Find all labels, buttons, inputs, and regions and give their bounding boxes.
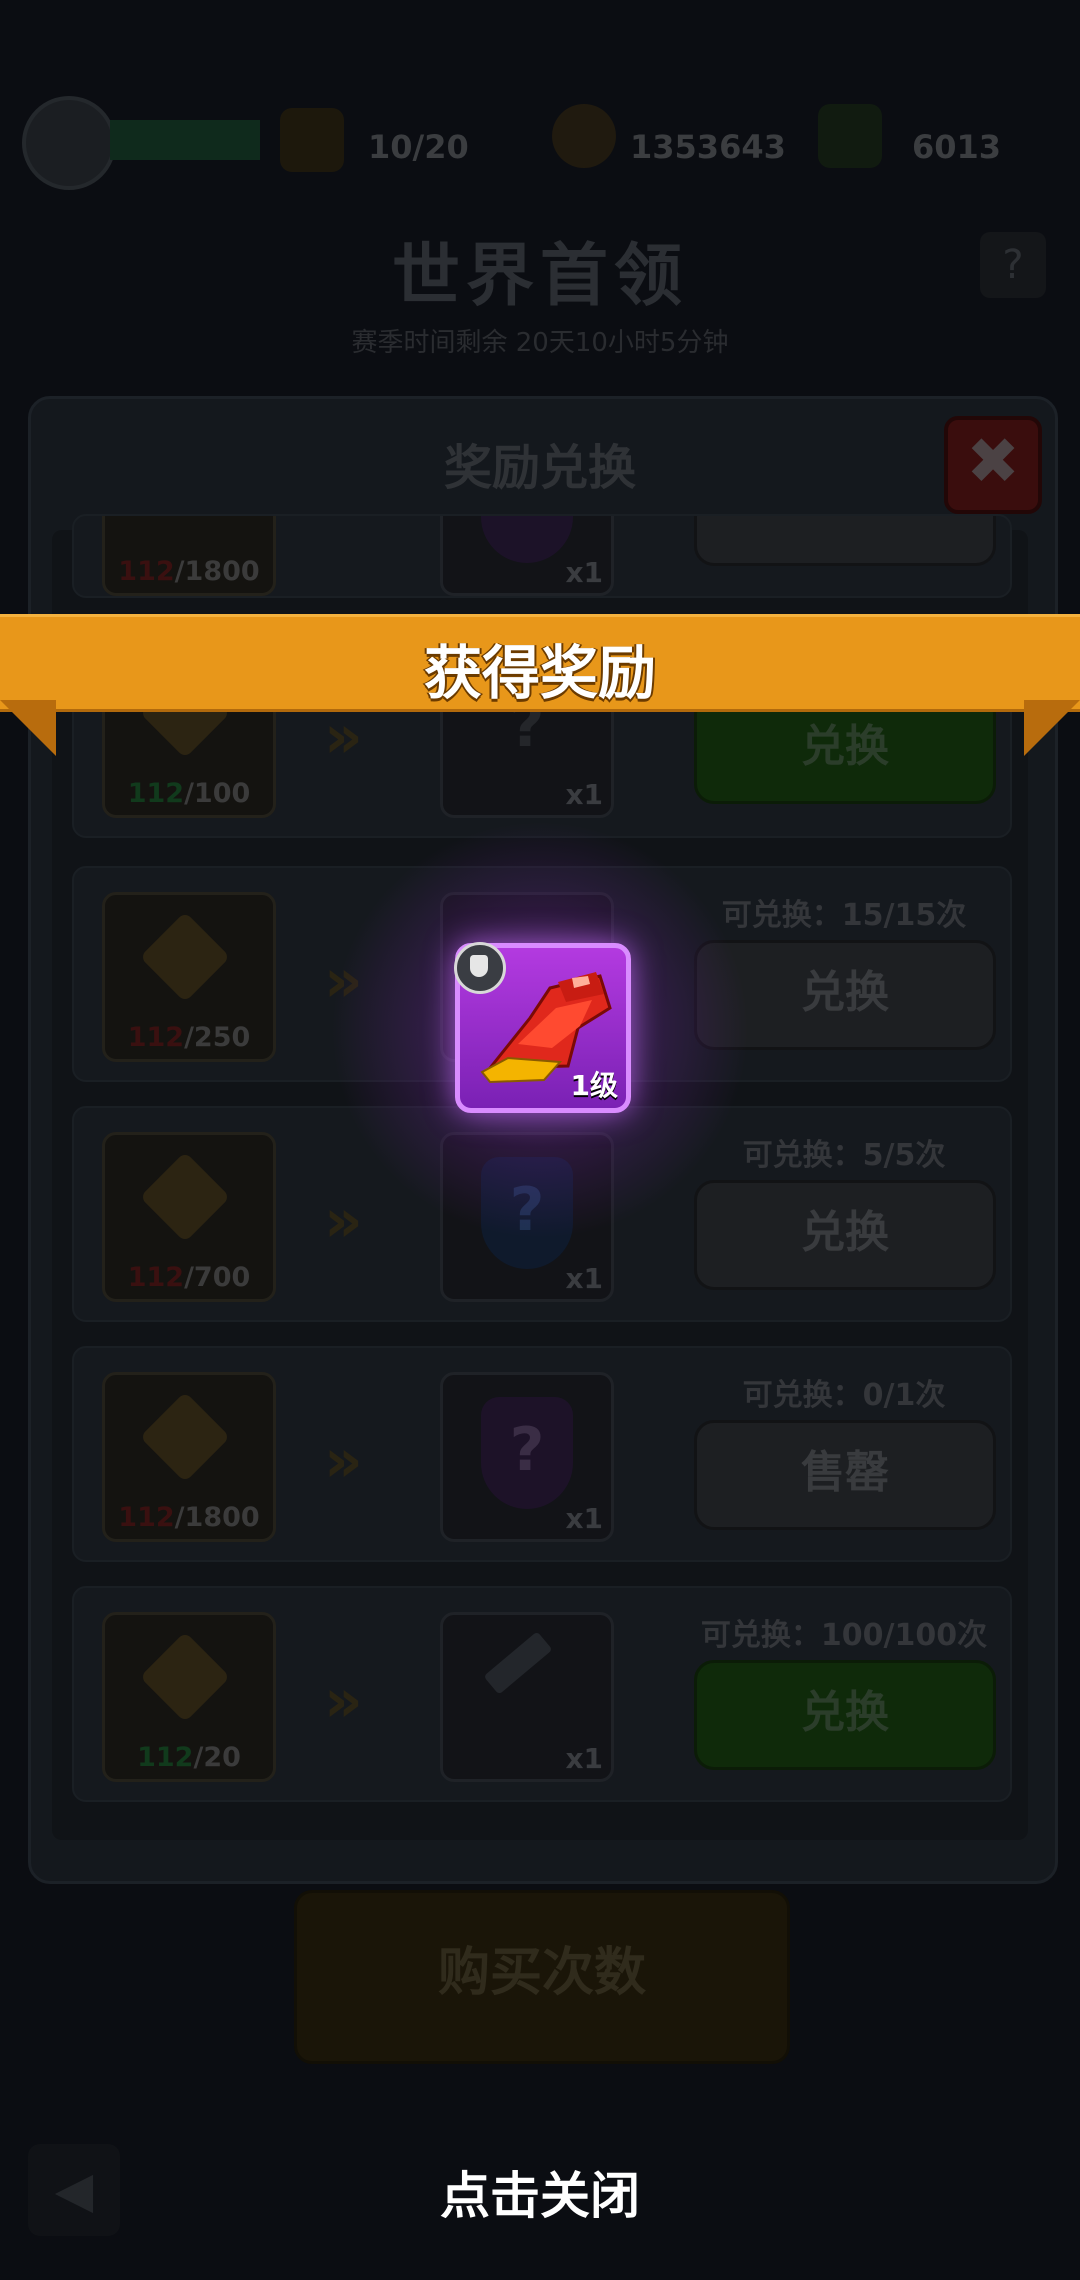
level-bar: [110, 120, 260, 160]
exchange-button[interactable]: 兑换: [694, 1660, 996, 1770]
exchange-button[interactable]: 兑换: [694, 1180, 996, 1290]
cost-box: 112/250: [102, 892, 276, 1062]
cost-count: 112/20: [137, 1742, 241, 1773]
gem-icon: [818, 104, 882, 168]
list-item: 112/20 » x1 可兑换：100/100次 兑换: [72, 1586, 1012, 1802]
panel-title: 奖励兑换: [443, 440, 636, 496]
reward-qty: x1: [565, 556, 603, 589]
arrow-icon: »: [324, 1186, 363, 1256]
shard-icon: [483, 1631, 553, 1695]
badge-token-icon: [139, 1151, 231, 1243]
gem-count: 6013: [912, 128, 1002, 166]
reward-qty: x1: [565, 1742, 603, 1775]
badge-token-icon: [139, 1631, 231, 1723]
shield-icon: [481, 516, 573, 563]
arrow-icon: »: [324, 1666, 363, 1736]
coin-icon: [552, 104, 616, 168]
exchange-limit: 可兑换：5/5次: [742, 1138, 946, 1173]
exchange-button[interactable]: [694, 516, 996, 566]
exchange-limit: 可兑换：100/100次: [700, 1618, 988, 1653]
list-item: 112/1800 x1: [72, 514, 1012, 598]
buy-times-button[interactable]: 购买次数: [294, 1890, 790, 2064]
reward-qty: x1: [565, 1262, 603, 1295]
season-timer: 赛季时间剩余 20天10小时5分钟: [351, 328, 729, 358]
badge-token-icon: [139, 911, 231, 1003]
cost-box: 112/20: [102, 1612, 276, 1782]
energy-count: 10/20: [368, 128, 469, 166]
help-button[interactable]: ?: [980, 232, 1046, 298]
close-button[interactable]: ✖: [944, 416, 1042, 514]
arrow-icon: »: [324, 1426, 363, 1496]
banner-title: 获得奖励: [423, 639, 656, 707]
sold-out-button[interactable]: 售罄: [694, 1420, 996, 1530]
reward-box: x1: [440, 1612, 614, 1782]
coin-count: 1353643: [630, 128, 786, 166]
badge-token-icon: [139, 1391, 231, 1483]
question-icon: ?: [509, 1415, 545, 1485]
page-title: 世界首领: [391, 237, 688, 316]
reward-item[interactable]: 1级: [454, 942, 631, 1113]
exchange-limit: 可兑换：15/15次: [721, 898, 967, 933]
reward-qty: x1: [565, 778, 603, 811]
tap-to-close[interactable]: 点击关闭: [0, 2156, 1080, 2228]
cost-count: 112/1800: [118, 556, 260, 587]
cost-box: 112/1800: [102, 1372, 276, 1542]
energy-icon: [280, 108, 344, 172]
item-level: 1级: [570, 1069, 618, 1102]
cost-count: 112/250: [127, 1022, 251, 1053]
cost-count: 112/100: [127, 778, 251, 809]
cost-box: 112/700: [102, 1132, 276, 1302]
avatar[interactable]: [22, 96, 116, 190]
reward-box: x1: [440, 516, 614, 596]
arrow-icon: »: [324, 702, 363, 772]
top-hud: 10/20 1353643 6013: [0, 90, 1080, 200]
list-item: 112/1800 » ? x1 可兑换：0/1次 售罄: [72, 1346, 1012, 1562]
cost-count: 112/700: [127, 1262, 251, 1293]
cost-box: 112/1800: [102, 516, 276, 596]
reward-qty: x1: [565, 1502, 603, 1535]
exchange-limit: 可兑换：0/1次: [742, 1378, 946, 1413]
reward-box: ? x1: [440, 1372, 614, 1542]
cost-count: 112/1800: [118, 1502, 260, 1533]
